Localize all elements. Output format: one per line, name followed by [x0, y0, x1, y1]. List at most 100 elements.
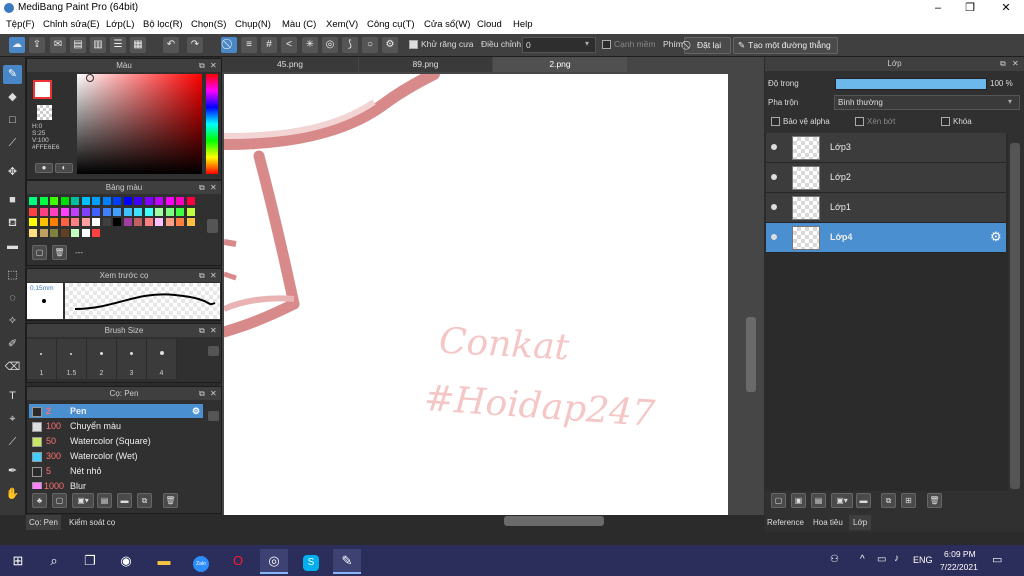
opera-icon[interactable]: O: [224, 549, 252, 572]
skype-icon[interactable]: S: [297, 549, 325, 572]
list-icon[interactable]: ☰: [110, 37, 126, 53]
new-page-icon[interactable]: ▤: [70, 37, 86, 53]
select-rect-tool-icon[interactable]: ⬚: [3, 266, 22, 285]
tray-expand-icon[interactable]: ^: [860, 554, 865, 565]
layer-scrollbar[interactable]: [1010, 143, 1020, 489]
palette-swatch[interactable]: [102, 207, 111, 216]
trash-icon[interactable]: 🗑: [52, 245, 67, 260]
palette-swatch[interactable]: [29, 197, 37, 205]
palette-swatch[interactable]: [71, 197, 79, 205]
visibility-icon[interactable]: [771, 234, 777, 240]
palette-scrollbar[interactable]: [207, 219, 218, 233]
page-icon[interactable]: ▥: [90, 37, 106, 53]
minimize-button[interactable]: –: [922, 0, 954, 17]
duplicate-icon[interactable]: ⧉: [881, 493, 896, 508]
vertical-scrollbar[interactable]: [746, 317, 756, 392]
circle-snap-icon[interactable]: ◎: [322, 37, 338, 53]
brush-add-icon[interactable]: ♣: [32, 493, 47, 508]
palette-swatch[interactable]: [50, 197, 58, 205]
palette-swatch[interactable]: [176, 218, 184, 226]
palette-swatch[interactable]: [123, 218, 132, 226]
palette-swatch[interactable]: [155, 207, 163, 216]
tab-reference[interactable]: Reference: [767, 515, 804, 530]
palette-swatch[interactable]: [165, 197, 174, 205]
visibility-icon[interactable]: [771, 204, 777, 210]
palette-swatch[interactable]: [60, 218, 69, 226]
hue-slider[interactable]: [206, 74, 218, 174]
lasso-tool-icon[interactable]: ◌: [3, 289, 22, 308]
stroke-tool-icon[interactable]: ⟋: [3, 134, 22, 153]
volume-icon[interactable]: ♪: [894, 553, 899, 564]
palette-swatch[interactable]: [176, 207, 184, 216]
palette-swatch[interactable]: [81, 218, 90, 226]
adjust-select[interactable]: 0 ▾: [522, 37, 596, 53]
eyedropper-tool-icon[interactable]: ✒: [3, 462, 22, 481]
brush-item[interactable]: 1000 Blur: [29, 479, 203, 489]
palette-swatch[interactable]: [71, 218, 79, 226]
palette-swatch[interactable]: [60, 228, 69, 237]
visibility-icon[interactable]: [771, 144, 777, 150]
menu-file[interactable]: Tệp(F): [6, 19, 35, 30]
brush-size-scrollbar[interactable]: [208, 346, 219, 356]
palette-swatch[interactable]: [81, 228, 90, 237]
palette-swatch[interactable]: [123, 197, 132, 205]
brush-item[interactable]: 5 Nét nhỏ: [29, 464, 203, 478]
palette-swatch[interactable]: [50, 228, 58, 237]
brush-item-pen[interactable]: 2 Pen ⚙: [29, 404, 203, 418]
palette-swatch[interactable]: [71, 207, 79, 216]
tab-layers[interactable]: Lớp: [849, 515, 872, 530]
new-layer-icon[interactable]: ▢: [771, 493, 786, 508]
tab-navigator[interactable]: Hoa tiêu: [813, 515, 843, 530]
close-button[interactable]: ✕: [990, 0, 1022, 17]
new-layer-8bit-icon[interactable]: ▣: [791, 493, 806, 508]
menu-edit[interactable]: Chỉnh sửa(E): [43, 19, 100, 30]
palette-swatch[interactable]: [50, 218, 58, 226]
canvas-tab[interactable]: 89.png: [359, 57, 492, 72]
color-swap-button[interactable]: ◐: [55, 163, 73, 173]
palette-swatch[interactable]: [186, 197, 195, 205]
layer-row-selected[interactable]: Lớp4 ⚙: [766, 223, 1006, 253]
new-palette-icon[interactable]: ▢: [32, 245, 47, 260]
windows-start-icon[interactable]: ⊞: [4, 549, 32, 572]
palette-swatch[interactable]: [155, 197, 163, 205]
curve-snap-icon[interactable]: ⟆: [342, 37, 358, 53]
drawing-canvas[interactable]: Conkat #Hoidap247: [224, 74, 728, 515]
close-icon[interactable]: ✕: [210, 59, 217, 72]
new-layer-1bit-icon[interactable]: ▤: [811, 493, 826, 508]
menu-select[interactable]: Chọn(S): [191, 19, 226, 30]
saturation-value-picker[interactable]: [77, 74, 202, 174]
palette-swatch[interactable]: [144, 218, 153, 226]
palette-swatch[interactable]: [123, 207, 132, 216]
canvas-tab-active[interactable]: 2.png: [493, 57, 627, 72]
select-eraser-tool-icon[interactable]: ⌫: [3, 358, 22, 377]
vanish-snap-icon[interactable]: <: [281, 37, 297, 53]
palette-swatch[interactable]: [176, 197, 184, 205]
palette-swatch[interactable]: [102, 197, 111, 205]
edge-checkbox[interactable]: Cạnh mềm: [602, 39, 656, 50]
hand-tool-icon[interactable]: ✋: [3, 485, 22, 504]
bucket-tool-icon[interactable]: ⛾: [3, 214, 22, 233]
clock-date[interactable]: 7/22/2021: [940, 562, 978, 572]
palette-swatch[interactable]: [81, 207, 90, 216]
brush-size-option[interactable]: 3: [117, 339, 147, 379]
tab-brush-control[interactable]: Kiểm soát cọ: [66, 515, 118, 530]
palette-swatch[interactable]: [29, 228, 37, 237]
dropper-tool-icon[interactable]: ⟋: [3, 433, 22, 452]
palette-swatch[interactable]: [155, 218, 163, 226]
gradient-tool-icon[interactable]: ▬: [3, 237, 22, 256]
snap-off-icon[interactable]: ⃠: [221, 37, 237, 53]
close-icon[interactable]: ✕: [210, 324, 217, 337]
opacity-slider[interactable]: [835, 78, 987, 90]
clock-time[interactable]: 6:09 PM: [944, 549, 976, 559]
float-icon[interactable]: ⧉: [1000, 57, 1006, 71]
layer-row[interactable]: Lớp1: [766, 193, 1006, 223]
move-tool-icon[interactable]: ✥: [3, 163, 22, 182]
gear-icon[interactable]: ⚙: [990, 229, 1002, 245]
brush-item[interactable]: 300 Watercolor (Wet): [29, 449, 203, 463]
palette-swatch[interactable]: [186, 218, 195, 226]
duplicate-icon[interactable]: ⧉: [137, 493, 152, 508]
reset-button[interactable]: ⃠Đặt lại: [684, 37, 731, 54]
parallel-snap-icon[interactable]: ≡: [241, 37, 257, 53]
palette-swatch[interactable]: [186, 207, 195, 216]
palette-swatch[interactable]: [92, 228, 100, 237]
